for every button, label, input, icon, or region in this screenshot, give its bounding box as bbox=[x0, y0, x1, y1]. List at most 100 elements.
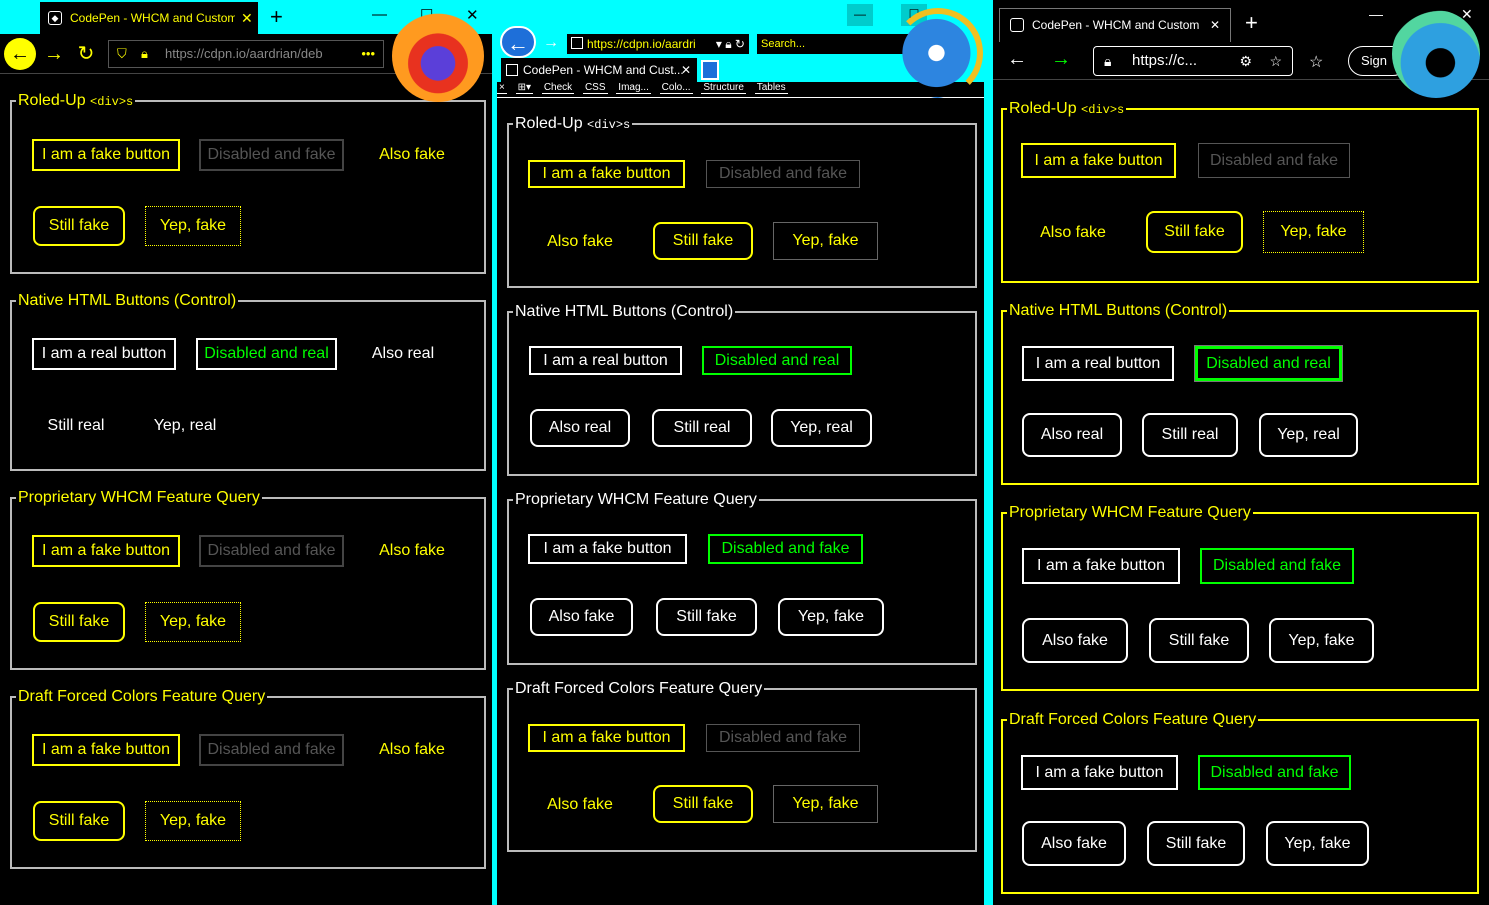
yep-real-button[interactable]: Yep, real bbox=[145, 409, 225, 443]
yep-fake-button[interactable]: Yep, fake bbox=[1263, 211, 1364, 253]
toolbar-css[interactable]: CSS bbox=[582, 82, 608, 94]
also-fake-button[interactable]: Also fake bbox=[372, 734, 452, 766]
url-bar[interactable]: 🔒︎ https://c... ⚙ ☆ bbox=[1093, 46, 1293, 76]
fake-button[interactable]: I am a fake button bbox=[1021, 143, 1176, 178]
disabled-real-button: Disabled and real bbox=[702, 346, 852, 375]
still-fake-button[interactable]: Still fake bbox=[1147, 821, 1245, 866]
fake-button[interactable]: I am a fake button bbox=[528, 160, 685, 188]
still-fake-button[interactable]: Still fake bbox=[1146, 211, 1243, 253]
url-bar[interactable]: ⛉ 🔒︎ https://cdpn.io/aardrian/deb ••• bbox=[108, 40, 384, 68]
yep-fake-button[interactable]: Yep, fake bbox=[145, 602, 241, 642]
firefox-logo bbox=[392, 10, 484, 102]
refresh-icon[interactable]: ▾ 🔒︎ ↻ bbox=[716, 34, 745, 54]
tab-title: CodePen - WHCM and Custom bbox=[70, 11, 235, 25]
still-fake-button[interactable]: Still fake bbox=[653, 785, 753, 823]
minimize-icon[interactable]: — bbox=[1369, 6, 1383, 22]
yep-fake-button[interactable]: Yep, fake bbox=[773, 222, 878, 260]
new-tab-icon[interactable]: + bbox=[270, 4, 283, 30]
close-tab-icon[interactable]: ✕ bbox=[1210, 9, 1220, 41]
yep-fake-button[interactable]: Yep, fake bbox=[1269, 618, 1374, 663]
also-fake-button[interactable]: Also fake bbox=[372, 535, 452, 567]
also-real-button[interactable]: Also real bbox=[1022, 413, 1122, 457]
add-favorite-icon[interactable]: ☆ bbox=[1269, 47, 1282, 75]
back-icon[interactable]: ← bbox=[500, 26, 536, 58]
ie-tab[interactable]: CodePen - WHCM and Cust... ✕ bbox=[501, 58, 697, 82]
forward-icon[interactable]: → bbox=[543, 34, 559, 52]
also-real-button[interactable]: Also real bbox=[530, 409, 630, 447]
lock-icon[interactable]: 🔒︎ bbox=[141, 41, 148, 67]
yep-real-button[interactable]: Yep, real bbox=[1259, 413, 1358, 457]
also-fake-button[interactable]: Also fake bbox=[537, 224, 623, 260]
fake-button[interactable]: I am a fake button bbox=[528, 724, 685, 752]
yep-fake-button[interactable]: Yep, fake bbox=[778, 598, 884, 636]
back-icon[interactable]: ← bbox=[4, 38, 36, 70]
also-fake-button[interactable]: Also fake bbox=[372, 139, 452, 171]
disabled-real-button: Disabled and real bbox=[196, 338, 337, 370]
lock-icon[interactable]: 🔒︎ bbox=[1104, 47, 1111, 75]
still-fake-button[interactable]: Still fake bbox=[653, 222, 753, 260]
section-legend: Native HTML Buttons (Control) bbox=[18, 292, 237, 309]
edge-tab[interactable]: CodePen - WHCM and Custom ✕ bbox=[999, 8, 1231, 42]
yep-fake-button[interactable]: Yep, fake bbox=[145, 206, 241, 246]
still-fake-button[interactable]: Still fake bbox=[656, 598, 757, 636]
minimize-icon[interactable]: — bbox=[372, 6, 387, 23]
also-fake-button[interactable]: Also fake bbox=[1030, 213, 1116, 253]
fake-button[interactable]: I am a fake button bbox=[32, 535, 180, 567]
firefox-window: ◆ CodePen - WHCM and Custom ✕ + — ☐ ✕ ← … bbox=[0, 0, 492, 905]
yep-fake-button[interactable]: Yep, fake bbox=[773, 785, 878, 823]
toolbar-images[interactable]: Imag... bbox=[616, 82, 651, 94]
also-real-button[interactable]: Also real bbox=[362, 338, 444, 370]
section-forced-colors: Draft Forced Colors Feature Query bbox=[507, 680, 977, 852]
more-icon[interactable]: ••• bbox=[361, 41, 375, 67]
toolbar-colors[interactable]: Colo... bbox=[659, 82, 693, 94]
section-legend: Roled-Up <div>s bbox=[1009, 100, 1125, 117]
shield-icon[interactable]: ⛉ bbox=[117, 41, 127, 67]
also-fake-button[interactable]: Also fake bbox=[1022, 618, 1128, 663]
section-legend: Native HTML Buttons (Control) bbox=[515, 303, 734, 320]
fake-button[interactable]: I am a fake button bbox=[32, 734, 180, 766]
firefox-tab[interactable]: ◆ CodePen - WHCM and Custom ✕ bbox=[40, 2, 258, 34]
fake-button[interactable]: I am a fake button bbox=[32, 139, 180, 171]
real-button[interactable]: I am a real button bbox=[529, 346, 682, 375]
also-fake-button[interactable]: Also fake bbox=[530, 598, 633, 636]
fake-button[interactable]: I am a fake button bbox=[1022, 548, 1180, 584]
toolbar-tables[interactable]: Tables bbox=[754, 82, 788, 94]
back-icon[interactable]: ← bbox=[1007, 48, 1027, 71]
toolbar-structure[interactable]: Structure bbox=[701, 82, 746, 94]
still-fake-button[interactable]: Still fake bbox=[33, 602, 125, 642]
new-tab-icon[interactable]: + bbox=[1245, 10, 1258, 36]
still-real-button[interactable]: Still real bbox=[1142, 413, 1238, 457]
fake-button[interactable]: I am a fake button bbox=[1021, 755, 1178, 790]
also-fake-button[interactable]: Also fake bbox=[1022, 821, 1126, 866]
still-fake-button[interactable]: Still fake bbox=[33, 801, 125, 841]
still-fake-button[interactable]: Still fake bbox=[33, 206, 125, 246]
close-tab-icon[interactable]: ✕ bbox=[241, 10, 253, 27]
url-bar[interactable]: https://cdpn.io/aardri ▾ 🔒︎ ↻ bbox=[567, 34, 749, 54]
minimize-icon[interactable]: — bbox=[847, 4, 873, 26]
tracking-icon[interactable]: ⚙ bbox=[1239, 47, 1252, 75]
real-button[interactable]: I am a real button bbox=[1022, 346, 1174, 381]
real-button[interactable]: I am a real button bbox=[32, 338, 176, 370]
toolbar-check[interactable]: Check bbox=[541, 82, 575, 94]
forward-icon[interactable]: → bbox=[1051, 48, 1071, 71]
still-fake-button[interactable]: Still fake bbox=[1149, 618, 1249, 663]
toolbar-menu-icon[interactable]: × bbox=[497, 82, 507, 94]
url-text: https://cdpn.io/aardri bbox=[587, 37, 696, 51]
window-separator-right bbox=[984, 0, 993, 905]
disabled-fake-button: Disabled and fake bbox=[708, 534, 863, 564]
still-real-button[interactable]: Still real bbox=[652, 409, 752, 447]
yep-fake-button[interactable]: Yep, fake bbox=[1266, 821, 1369, 866]
new-tab-icon[interactable] bbox=[701, 60, 719, 80]
section-native: Native HTML Buttons (Control) bbox=[10, 292, 486, 471]
reload-icon[interactable]: ↻ bbox=[70, 38, 102, 70]
forward-icon[interactable]: → bbox=[38, 38, 70, 70]
still-real-button[interactable]: Still real bbox=[33, 409, 119, 443]
toolbar-grid-icon[interactable]: ⊞▾ bbox=[515, 82, 534, 94]
codepen-icon bbox=[571, 37, 583, 49]
yep-fake-button[interactable]: Yep, fake bbox=[145, 801, 241, 841]
yep-real-button[interactable]: Yep, real bbox=[771, 409, 872, 447]
favorites-icon[interactable]: ☆ bbox=[1309, 52, 1323, 72]
close-tab-icon[interactable]: ✕ bbox=[681, 58, 691, 82]
fake-button[interactable]: I am a fake button bbox=[528, 534, 687, 564]
also-fake-button[interactable]: Also fake bbox=[537, 787, 623, 823]
